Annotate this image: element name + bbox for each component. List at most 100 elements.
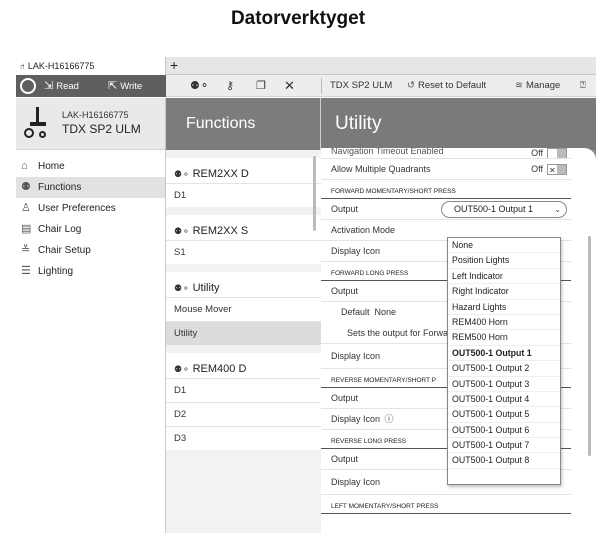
function-group[interactable]: ⚉⚬ REM2XX D: [166, 150, 321, 183]
device-id: LAK-H16166775: [62, 110, 129, 120]
setting-label: Display Icon: [331, 477, 381, 487]
layers-icon: ≋: [515, 80, 523, 91]
sidebar-item-user-preferences[interactable]: ♙ User Preferences: [16, 198, 165, 219]
sidebar-item-chair-setup[interactable]: ≚ Chair Setup: [16, 240, 165, 261]
setting-label: Display Icon: [331, 246, 381, 256]
dropdown-option[interactable]: Right Indicator: [448, 284, 560, 300]
toggle-checkbox[interactable]: ✕: [547, 164, 567, 176]
toolbar: ⇲ Read ⇱ Write ⚉⚬ ⚷ ❐ ✕ TDX SP2 ULM ↺ Reset…: [16, 75, 596, 97]
setting-label: Output: [331, 454, 359, 464]
setting-label: Output: [331, 286, 359, 296]
dropdown-option[interactable]: Position Lights: [448, 253, 560, 269]
manage-button[interactable]: ≋ Manage: [515, 75, 560, 97]
function-item-selected[interactable]: Utility: [166, 321, 321, 345]
function-item[interactable]: D3: [166, 426, 321, 450]
info-icon[interactable]: ⓘ: [385, 414, 394, 424]
dropdown-option[interactable]: Hazard Lights: [448, 300, 560, 315]
function-group[interactable]: ⚉⚬ REM2XX S: [166, 207, 321, 240]
section-heading: LEFT MOMENTARY/SHORT PRESS: [321, 499, 571, 514]
dropdown-option[interactable]: None: [448, 238, 560, 254]
output-select[interactable]: OUT500-1 Output 1 ⌄: [441, 201, 567, 218]
setting-row: Output OUT500-1 Output 1 ⌄: [321, 199, 571, 220]
utility-header: Utility: [321, 98, 596, 150]
write-button[interactable]: ⇱ Write: [108, 75, 142, 97]
write-label: Write: [120, 81, 143, 92]
sidebar-item-label: Chair Log: [38, 224, 82, 235]
close-icon[interactable]: ✕: [284, 75, 295, 97]
chair-icon: ⚉⚬: [174, 169, 190, 179]
sidebar: LAK-H16166775 TDX SP2 ULM ⌂ Home ⚉ Functio…: [16, 98, 166, 533]
dropdown-option[interactable]: OUT500-1 Output 4: [448, 392, 560, 408]
utility-scrollbar[interactable]: [588, 236, 591, 456]
function-item[interactable]: D2: [166, 402, 321, 426]
write-icon: ⇱: [108, 80, 118, 92]
sidebar-item-functions[interactable]: ⚉ Functions: [16, 177, 165, 198]
page-title: Datorverktyget: [230, 8, 366, 29]
function-group-label: REM2XX D: [192, 168, 249, 180]
chevron-down-icon: ⌄: [554, 205, 561, 214]
default-value: None: [374, 307, 397, 317]
setup-icon: ≚: [21, 244, 31, 256]
tab-device[interactable]: ⑁ LAK-H16166775: [16, 57, 166, 75]
toggle-checkbox[interactable]: [547, 148, 567, 158]
toolbar-device: TDX SP2 ULM ↺ Reset to Default ≋ Manage ⍰: [322, 75, 596, 97]
person-icon: ♙: [21, 202, 31, 214]
dropdown-option[interactable]: REM400 Horn: [448, 315, 560, 331]
read-label: Read: [56, 81, 79, 92]
device-label: TDX SP2 ULM: [330, 80, 393, 91]
device-header: LAK-H16166775 TDX SP2 ULM: [16, 98, 165, 150]
setting-label: Activation Mode: [331, 225, 396, 235]
function-group[interactable]: ⚉⚬ REM400 D: [166, 345, 321, 378]
function-item[interactable]: Mouse Mover: [166, 297, 321, 321]
dropdown-option[interactable]: OUT500-1 Output 2: [448, 361, 560, 377]
reset-icon: ↺: [407, 80, 415, 91]
dropdown-option[interactable]: Left Indicator: [448, 269, 560, 285]
lighting-icon: ☰: [21, 265, 31, 277]
setting-value: Off: [531, 148, 567, 158]
tab-label: LAK-H16166775: [27, 61, 95, 71]
add-tab-button[interactable]: +: [170, 57, 178, 75]
power-icon[interactable]: [20, 78, 36, 94]
function-group[interactable]: ⚉⚬ Utility: [166, 264, 321, 297]
chair-icon: ⚉: [21, 181, 31, 193]
manage-label: Manage: [525, 80, 561, 91]
tab-strip: ⑁ LAK-H16166775 +: [16, 57, 596, 75]
function-group-label: Utility: [192, 282, 220, 294]
dropdown-option[interactable]: OUT500-1 Output 3: [448, 377, 560, 392]
functions-header: Functions: [166, 98, 320, 150]
key-icon[interactable]: ⚷: [226, 75, 234, 97]
function-group-label: REM2XX S: [192, 225, 249, 237]
sidebar-item-label: Home: [38, 161, 65, 172]
dropdown-option[interactable]: OUT500-1 Output 5: [448, 407, 560, 423]
dropdown-option-current[interactable]: OUT500-1 Output 1: [448, 346, 560, 362]
setting-label: Output: [331, 204, 359, 214]
wheelchair-icon: [24, 107, 50, 141]
output-dropdown-list[interactable]: None Position Lights Left Indicator Righ…: [447, 237, 561, 485]
sidebar-item-home[interactable]: ⌂ Home: [16, 156, 165, 177]
device-name: TDX SP2 ULM: [62, 122, 141, 136]
reset-label: Reset to Default: [417, 80, 487, 91]
functions-list[interactable]: ⚉⚬ REM2XX D D1 ⚉⚬ REM2XX S S1 ⚉⚬ Utility Mo…: [166, 150, 321, 533]
setting-row: Allow Multiple Quadrants Off ✕: [321, 159, 571, 180]
setting-label: Navigation Timeout Enabled: [331, 148, 444, 156]
read-button[interactable]: ⇲ Read: [44, 75, 79, 97]
help-icon[interactable]: ⍰: [580, 75, 586, 97]
reset-default-button[interactable]: ↺ Reset to Default: [407, 75, 486, 97]
copy-icon[interactable]: ❐: [256, 75, 266, 97]
default-label: Default: [341, 307, 370, 317]
chair-icon: ⚉⚬: [174, 283, 190, 293]
functions-panel: Functions ⚉⚬ REM2XX D D1 ⚉⚬ REM2XX S S1 ⚉⚬…: [166, 98, 321, 533]
function-group-label: REM400 D: [192, 363, 247, 375]
dropdown-option[interactable]: REM500 Horn: [448, 330, 560, 346]
dropdown-option[interactable]: OUT500-1 Output 6: [448, 423, 560, 439]
setting-value: Off ✕: [531, 159, 567, 180]
setting-row: Navigation Timeout Enabled Off: [321, 148, 571, 159]
dropdown-option[interactable]: OUT500-1 Output 8: [448, 453, 560, 469]
chair-small-icon: ⑁: [20, 62, 25, 71]
chair-toggle-icon[interactable]: ⚉⚬: [190, 75, 209, 97]
functions-scrollbar[interactable]: [313, 156, 316, 231]
sidebar-item-lighting[interactable]: ☰ Lighting: [16, 261, 165, 282]
sidebar-item-chair-log[interactable]: ▤ Chair Log: [16, 219, 165, 240]
dropdown-option[interactable]: OUT500-1 Output 7: [448, 438, 560, 454]
setting-label: Display Icon: [331, 351, 381, 361]
